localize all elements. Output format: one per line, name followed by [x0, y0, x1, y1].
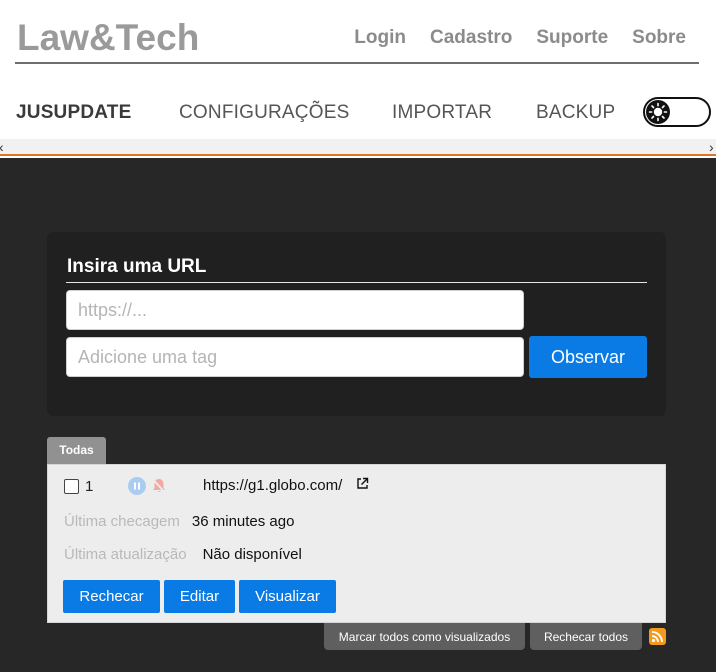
tab-todas[interactable]: Todas — [47, 437, 106, 464]
cadastro-link[interactable]: Cadastro — [430, 27, 512, 49]
external-link-icon[interactable] — [356, 477, 369, 495]
top-links: Login Cadastro Suporte Sobre — [354, 27, 686, 49]
last-check-label: Última checagem — [64, 513, 180, 530]
nav-scroller: ‹ › — [0, 139, 716, 156]
last-update-row: Última atualização Não disponível — [64, 546, 302, 563]
login-link[interactable]: Login — [354, 27, 406, 49]
bell-off-icon[interactable] — [150, 477, 168, 500]
recheck-all-button[interactable]: Rechecar todos — [530, 623, 642, 650]
chevron-left-icon[interactable]: ‹ — [0, 139, 4, 155]
title-divider — [66, 282, 647, 283]
item-checkbox[interactable] — [64, 479, 79, 494]
monitored-item-card: 1 https://g1.globo.com/ Última checagem … — [47, 464, 666, 623]
header: Law&Tech Login Cadastro Suporte Sobre — [15, 0, 699, 64]
item-url[interactable]: https://g1.globo.com/ — [203, 477, 342, 494]
recheck-button[interactable]: Rechecar — [63, 580, 160, 613]
url-input[interactable] — [66, 290, 524, 330]
last-update-value: Não disponível — [202, 546, 302, 563]
mark-all-viewed-button[interactable]: Marcar todos como visualizados — [324, 623, 525, 650]
item-index: 1 — [85, 478, 94, 495]
last-check-row: Última checagem 36 minutes ago — [64, 513, 294, 530]
observe-button[interactable]: Observar — [529, 336, 647, 378]
item-header-row: 1 https://g1.globo.com/ — [64, 477, 654, 497]
edit-button[interactable]: Editar — [164, 580, 235, 613]
suporte-link[interactable]: Suporte — [536, 27, 608, 49]
last-update-label: Última atualização — [64, 546, 187, 563]
rss-icon[interactable] — [649, 628, 666, 645]
view-button[interactable]: Visualizar — [239, 580, 336, 613]
sobre-link[interactable]: Sobre — [632, 27, 686, 49]
nav-item-configuracoes[interactable]: CONFIGURAÇÕES — [179, 102, 349, 124]
sun-icon — [646, 100, 670, 124]
nav-item-backup[interactable]: BACKUP — [536, 102, 615, 124]
url-form-card: Insira uma URL Observar — [47, 232, 666, 416]
url-form-title: Insira uma URL — [67, 256, 207, 277]
main-nav: JUSUPDATE CONFIGURAÇÕES IMPORTAR BACKUP — [0, 96, 716, 138]
last-check-value: 36 minutes ago — [191, 513, 295, 530]
chevron-right-icon[interactable]: › — [709, 139, 714, 155]
nav-item-jusupdate[interactable]: JUSUPDATE — [16, 102, 131, 124]
main-content: Insira uma URL Observar Todas 1 https://… — [0, 158, 716, 672]
brand-logo[interactable]: Law&Tech — [17, 17, 199, 59]
nav-item-importar[interactable]: IMPORTAR — [392, 102, 492, 124]
tag-input[interactable] — [66, 337, 524, 377]
theme-toggle[interactable] — [643, 97, 711, 127]
pause-icon[interactable] — [128, 477, 146, 495]
